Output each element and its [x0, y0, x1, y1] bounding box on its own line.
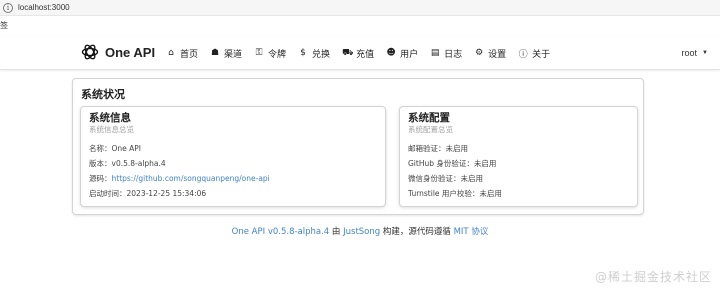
key-icon: ⚿ [255, 48, 263, 58]
footer-text: 由 [329, 227, 344, 237]
brand[interactable]: One API [80, 42, 155, 62]
url-text[interactable]: localhost:3000 [18, 3, 70, 12]
project-link[interactable]: One API v0.5.8-alpha.4 [232, 227, 330, 237]
config-github-oauth: GitHub 身份验证：未启用 [408, 159, 497, 168]
info-source: 源码：https://github.com/songquanpeng/one-a… [89, 171, 377, 186]
nav-item-settings[interactable]: ⚙ 设置 [468, 36, 512, 70]
info-icon: ⓘ [518, 49, 528, 60]
main-menu: ⌂ 首页 ☗ 渠道 ⚿ 令牌 $ 兑换 ⛟ 充值 ☻ 用户 ▤ 日志 ⚙ 设置 [160, 36, 556, 70]
watermark: @稀土掘金技术社区 [594, 270, 712, 284]
dollar-icon: $ [300, 48, 306, 58]
username: root [681, 48, 698, 58]
nav-item-home[interactable]: ⌂ 首页 [160, 36, 204, 70]
bookmark-fragment[interactable]: 签 [0, 20, 8, 31]
nav-item-label: 用户 [400, 49, 419, 60]
nav-item-label: 日志 [444, 49, 463, 60]
nav-item-label: 渠道 [224, 49, 243, 60]
section-title: 系统状况 [81, 88, 125, 101]
config-email-verify: 邮箱验证：未启用 [408, 144, 468, 153]
nav-item-users[interactable]: ☻ 用户 [380, 36, 424, 70]
gear-icon: ⚙ [475, 48, 484, 58]
source-label: 源码： [89, 174, 112, 183]
user-icon: ☻ [386, 48, 396, 58]
user-dropdown[interactable]: root ▼ [682, 36, 708, 70]
system-info-card: 系统信息 系统信息总览 名称：One API 版本：v0.5.8-alpha.4… [80, 106, 386, 207]
nav-item-label: 兑换 [312, 49, 331, 60]
info-start-time: 启动时间：2023-12-25 15:34:06 [89, 189, 207, 198]
home-icon: ⌂ [168, 48, 174, 58]
nav-item-logs[interactable]: ▤ 日志 [424, 36, 468, 70]
top-navbar: One API ⌂ 首页 ☗ 渠道 ⚿ 令牌 $ 兑换 ⛟ 充值 ☻ 用户 ▤ … [0, 36, 720, 70]
license-link[interactable]: MIT 协议 [454, 227, 489, 237]
chevron-down-icon: ▼ [702, 50, 708, 56]
author-link[interactable]: JustSong [343, 227, 380, 237]
card-subtitle: 系统配置总览 [408, 125, 453, 134]
footer-text: 构建，源代码遵循 [380, 227, 454, 237]
nav-item-label: 首页 [180, 49, 199, 60]
info-version: 版本：v0.5.8-alpha.4 [89, 159, 166, 168]
book-icon: ▤ [430, 48, 440, 58]
nav-item-topup[interactable]: ⛟ 充值 [336, 36, 380, 70]
nav-item-redeem[interactable]: $ 兑换 [292, 36, 336, 70]
page-footer: One API v0.5.8-alpha.4 由 JustSong 构建，源代码… [0, 225, 720, 237]
brand-name: One API [105, 44, 156, 60]
nav-item-label: 设置 [488, 49, 507, 60]
config-turnstile: Turnstile 用户校验：未启用 [408, 189, 502, 198]
card-title: 系统配置 [408, 112, 450, 124]
info-name: 名称：One API [89, 144, 142, 153]
system-status-panel: 系统状况 系统信息 系统信息总览 名称：One API 版本：v0.5.8-al… [72, 78, 644, 215]
browser-address-bar[interactable]: i localhost:3000 [0, 0, 720, 16]
nav-item-about[interactable]: ⓘ 关于 [512, 36, 556, 70]
nav-item-tokens[interactable]: ⚿ 令牌 [248, 36, 292, 70]
sitemap-icon: ☗ [210, 48, 220, 58]
bookmarks-bar: 签 [0, 18, 8, 32]
nav-item-channels[interactable]: ☗ 渠道 [204, 36, 248, 70]
nav-item-label: 关于 [532, 49, 551, 60]
card-subtitle: 系统信息总览 [89, 125, 134, 134]
card-title: 系统信息 [89, 112, 131, 124]
config-wechat-auth: 微信身份验证：未启用 [408, 174, 483, 183]
system-config-card: 系统配置 系统配置总览 邮箱验证：未启用 GitHub 身份验证：未启用 微信身… [399, 106, 638, 207]
cart-icon: ⛟ [342, 47, 354, 58]
openai-logo-icon [81, 44, 99, 60]
source-link[interactable]: https://github.com/songquanpeng/one-api [112, 174, 270, 183]
nav-item-label: 充值 [356, 49, 375, 60]
site-info-icon[interactable]: i [3, 2, 13, 13]
nav-item-label: 令牌 [268, 49, 287, 60]
